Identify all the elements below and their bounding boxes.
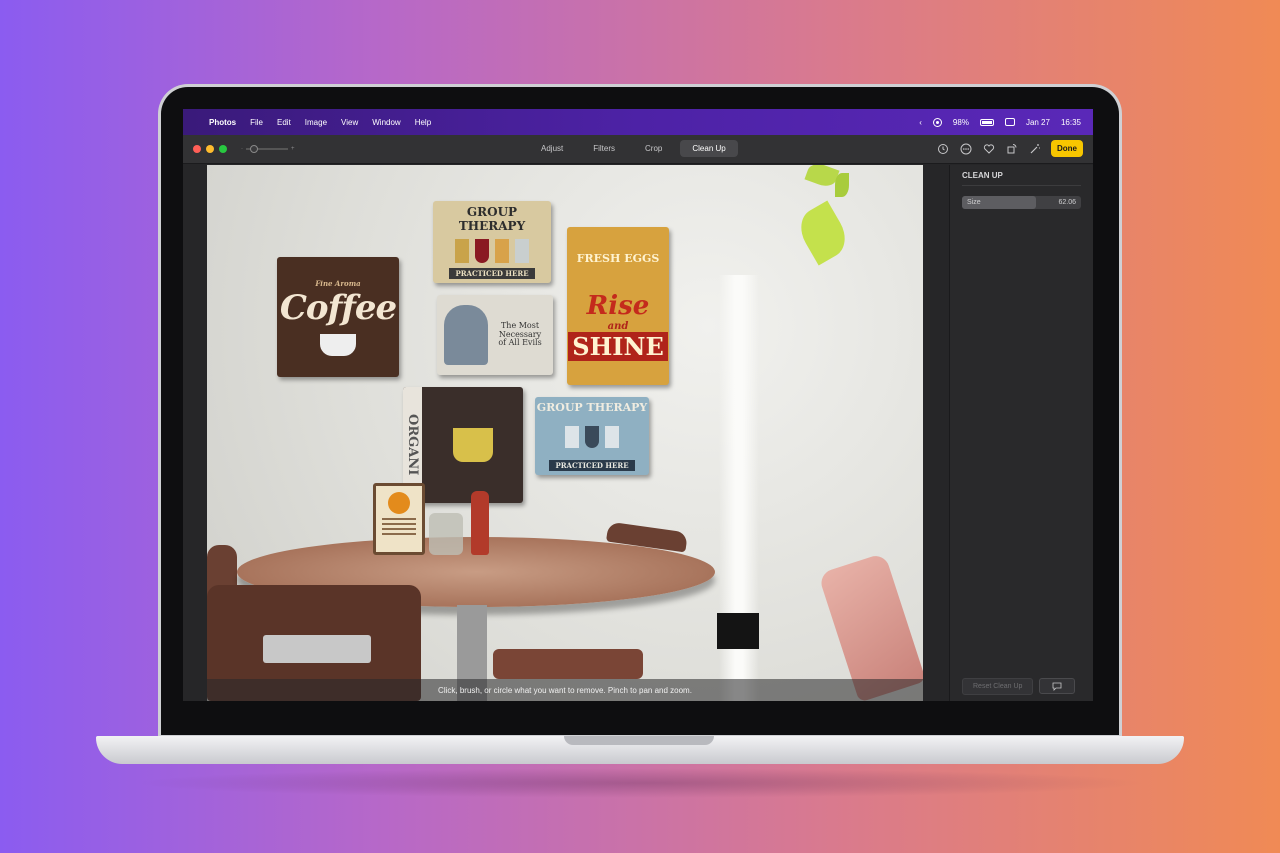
size-value: 62.06 — [1058, 199, 1076, 206]
menu-bar: Photos File Edit Image View Window Help … — [183, 109, 1093, 135]
battery-icon[interactable] — [979, 118, 994, 126]
chair-seat — [493, 649, 643, 679]
reset-clean-up-button[interactable]: Reset Clean Up — [962, 678, 1034, 695]
leaf-image — [835, 173, 849, 197]
group-therapy-title: GROUP THERAPY — [458, 205, 526, 233]
zoom-out-icon: · — [241, 146, 243, 152]
menubar-time[interactable]: 16:35 — [1061, 118, 1081, 127]
photo-canvas[interactable]: Fine Aroma Coffee GROUP THERAPY PRACTICE… — [207, 165, 923, 701]
edit-tabs: Adjust Filters Crop Clean Up — [529, 140, 738, 157]
menu-file[interactable]: File — [250, 118, 263, 127]
coffee-sign-title: Coffee — [279, 287, 397, 328]
laptop-base-notch — [564, 736, 714, 745]
zoom-window-button[interactable] — [219, 145, 227, 153]
laptop-lid: Photos File Edit Image View Window Help … — [158, 84, 1122, 738]
woman-sign-text: The Most Necessary of All Evils — [498, 320, 542, 348]
laptop-base — [96, 736, 1184, 764]
close-window-button[interactable] — [193, 145, 201, 153]
screen: Photos File Edit Image View Window Help … — [183, 109, 1093, 701]
laptop-bezel: Photos File Edit Image View Window Help … — [161, 87, 1119, 735]
coffee-sign-sub: Fine Aroma — [315, 278, 361, 288]
menu-view[interactable]: View — [341, 118, 358, 127]
more-options-icon[interactable] — [959, 142, 973, 156]
menu-app-name[interactable]: Photos — [209, 118, 236, 127]
camera-notch — [585, 87, 695, 107]
rotate-icon[interactable] — [1005, 142, 1019, 156]
menu-edit[interactable]: Edit — [277, 118, 291, 127]
chevron-left-icon[interactable]: ‹ — [919, 118, 922, 127]
zoom-track[interactable] — [246, 145, 288, 153]
status-area: ‹ 98% Jan 27 16:35 — [919, 117, 1081, 127]
fresh-eggs-line1: FRESH EGGS — [576, 251, 660, 265]
menu-card — [373, 483, 425, 555]
feedback-button[interactable] — [1039, 678, 1076, 694]
glasses-icon — [455, 238, 529, 263]
zoom-slider[interactable]: · + — [241, 145, 295, 153]
sauce-bottle — [471, 491, 489, 555]
tab-clean-up[interactable]: Clean Up — [680, 140, 738, 157]
size-slider[interactable]: Size 62.06 — [962, 196, 1081, 209]
control-center-icon[interactable] — [1004, 118, 1015, 126]
toolbar-tools: Done — [936, 140, 1083, 157]
fresh-eggs-line4: SHINE — [568, 331, 668, 361]
chair-handle — [263, 635, 371, 663]
user-account-icon[interactable] — [932, 117, 942, 127]
glasses-icon — [565, 426, 619, 448]
fresh-eggs-sign: FRESH EGGS Rise and SHINE — [567, 227, 669, 385]
menu-help[interactable]: Help — [415, 118, 431, 127]
panel-footer: Reset Clean Up — [962, 678, 1076, 695]
done-button[interactable]: Done — [1051, 140, 1083, 157]
laptop-shadow — [130, 768, 1150, 798]
zoom-in-icon: + — [291, 146, 295, 152]
woman-portrait-icon — [444, 305, 488, 365]
fresh-eggs-line3: and — [607, 320, 629, 332]
coffee-sign: Fine Aroma Coffee — [277, 257, 399, 377]
menu-card-logo — [388, 492, 410, 514]
revert-icon[interactable] — [936, 142, 950, 156]
size-label: Size — [967, 199, 981, 206]
favorite-heart-icon[interactable] — [982, 142, 996, 156]
coffee-cup-icon — [320, 333, 356, 356]
clean-up-panel: CLEAN UP Size 62.06 Reset Clean Up — [949, 165, 1093, 701]
tab-crop[interactable]: Crop — [633, 140, 674, 157]
traffic-lights — [193, 145, 227, 153]
menu-image[interactable]: Image — [305, 118, 327, 127]
group-therapy-sign-top: GROUP THERAPY PRACTICED HERE — [433, 201, 551, 283]
menubar-date[interactable]: Jan 27 — [1026, 118, 1050, 127]
group-therapy-bottom-title: GROUP THERAPY — [536, 401, 648, 414]
battery-percent: 98% — [952, 117, 969, 127]
clean-up-hint: Click, brush, or circle what you want to… — [207, 679, 923, 701]
black-box-object — [717, 613, 759, 649]
group-therapy-sign-bottom: GROUP THERAPY PRACTICED HERE — [535, 397, 649, 475]
minimize-window-button[interactable] — [206, 145, 214, 153]
zoom-knob[interactable] — [250, 145, 258, 153]
tab-filters[interactable]: Filters — [581, 140, 627, 157]
fresh-eggs-line2: Rise — [586, 290, 650, 321]
magic-wand-icon[interactable] — [1028, 142, 1042, 156]
coffee-mug-icon — [422, 428, 523, 462]
menu-window[interactable]: Window — [372, 118, 400, 127]
tab-adjust[interactable]: Adjust — [529, 140, 575, 157]
panel-title: CLEAN UP — [962, 171, 1081, 186]
spice-jar — [429, 513, 463, 555]
group-therapy-bottom-sub: PRACTICED HERE — [549, 460, 635, 471]
woman-sign: The Most Necessary of All Evils — [437, 295, 553, 375]
group-therapy-sub: PRACTICED HERE — [449, 268, 535, 279]
edit-toolbar: · + Adjust Filters Crop Clean Up Done — [183, 135, 1093, 164]
feedback-icon — [1053, 682, 1062, 691]
